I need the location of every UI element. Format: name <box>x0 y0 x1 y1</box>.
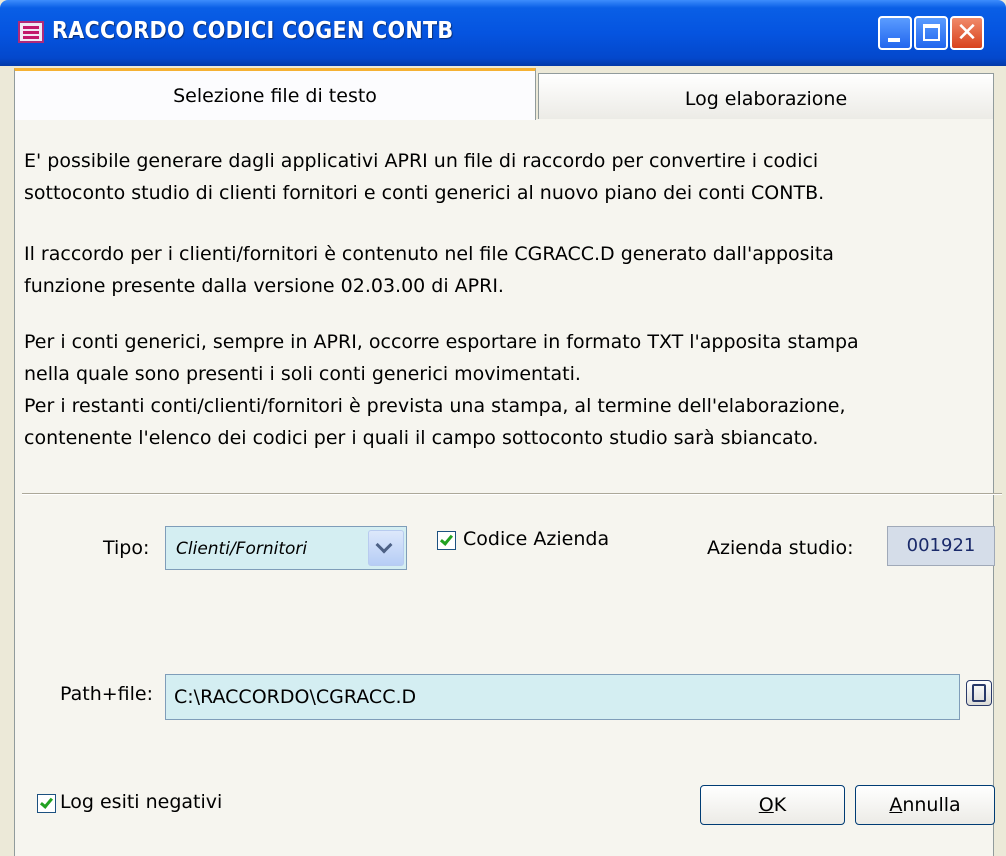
separator <box>22 493 1002 495</box>
description-paragraph-2: Il raccordo per i clienti/fornitori è co… <box>24 238 999 302</box>
ok-button[interactable]: OK <box>700 785 845 825</box>
description-line: Il raccordo per i clienti/fornitori è co… <box>24 243 834 265</box>
tab-panel <box>14 119 994 856</box>
close-button[interactable]: ✕ <box>950 16 984 50</box>
path-label: Path+file: <box>60 683 153 705</box>
azienda-studio-field: 001921 <box>887 526 995 566</box>
minimize-button[interactable] <box>878 16 912 50</box>
file-icon <box>972 684 986 702</box>
chevron-down-icon[interactable] <box>368 530 404 566</box>
description-paragraph-3: Per i conti generici, sempre in APRI, oc… <box>24 326 999 454</box>
minimize-icon <box>888 38 900 42</box>
description-paragraph-1: E' possibile generare dagli applicativi … <box>24 145 999 209</box>
window-title: RACCORDO CODICI COGEN CONTB <box>52 18 454 44</box>
description-line: sottoconto studio di clienti fornitori e… <box>24 182 825 204</box>
app-list-icon[interactable] <box>18 21 44 43</box>
path-input[interactable]: C:\RACCORDO\CGRACC.D <box>165 674 960 720</box>
tab-selezione-file[interactable]: Selezione file di testo <box>14 68 536 120</box>
log-esiti-label: Log esiti negativi <box>60 791 223 813</box>
tipo-label: Tipo: <box>103 537 150 559</box>
ok-mnemonic: O <box>758 794 774 816</box>
codice-azienda-label: Codice Azienda <box>463 528 610 550</box>
maximize-button[interactable] <box>914 16 948 50</box>
annulla-mnemonic: A <box>889 794 903 816</box>
tab-log-elaborazione[interactable]: Log elaborazione <box>538 73 994 120</box>
description-line: funzione presente dalla versione 02.03.0… <box>24 275 504 297</box>
annulla-button[interactable]: Annulla <box>855 785 995 825</box>
azienda-studio-label: Azienda studio: <box>707 537 854 559</box>
description-line: Per i conti generici, sempre in APRI, oc… <box>24 331 859 353</box>
description-line: E' possibile generare dagli applicativi … <box>24 150 819 172</box>
title-bar[interactable]: RACCORDO CODICI COGEN CONTB ✕ <box>0 0 1006 66</box>
close-icon: ✕ <box>956 18 978 48</box>
codice-azienda-checkbox[interactable] <box>437 531 456 550</box>
annulla-label: nnulla <box>902 794 961 816</box>
browse-button[interactable] <box>966 680 992 706</box>
description-line: contenente l'elenco dei codici per i qua… <box>24 427 819 449</box>
log-esiti-checkbox[interactable] <box>37 794 56 813</box>
description-line: Per i restanti conti/clienti/fornitori è… <box>24 395 846 417</box>
maximize-icon <box>923 24 940 41</box>
tipo-value: Clienti/Fornitori <box>176 539 308 559</box>
description-line: nella quale sono presenti i soli conti g… <box>24 363 581 385</box>
ok-label: K <box>773 794 787 816</box>
tipo-select[interactable]: Clienti/Fornitori <box>165 526 407 570</box>
